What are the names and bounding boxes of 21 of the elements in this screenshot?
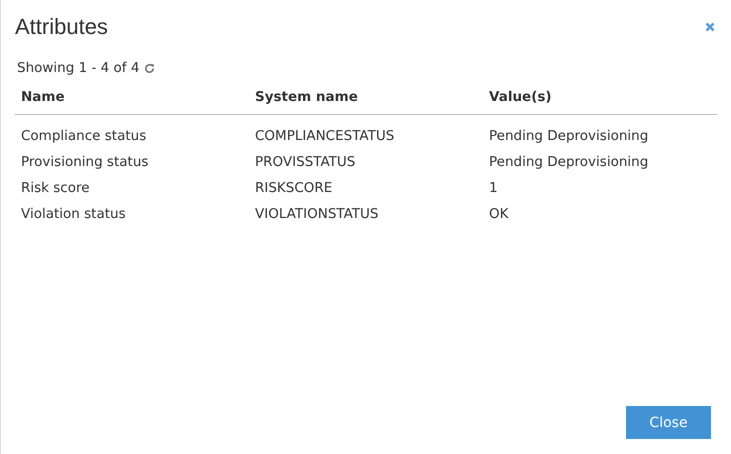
- table-cell-text: Pending Deprovisioning: [488, 153, 650, 172]
- table-cell-text: PROVISSTATUS: [254, 153, 356, 172]
- close-dialog-button[interactable]: Close: [626, 406, 711, 439]
- table-cell-text: Provisioning status: [20, 153, 150, 172]
- table-cell-text: 1: [488, 179, 499, 198]
- table-cell-text: Risk score: [20, 179, 91, 198]
- close-button[interactable]: [703, 20, 717, 34]
- table-cell-text: RISKSCORE: [254, 179, 334, 198]
- table-cell: Compliance status: [15, 114, 249, 149]
- column-header: System name: [249, 84, 483, 114]
- table-cell-text: Violation status: [20, 205, 127, 224]
- close-icon: [705, 22, 715, 32]
- table-cell: Pending Deprovisioning: [483, 114, 717, 149]
- column-header: Value(s): [483, 84, 717, 114]
- refresh-icon[interactable]: [144, 62, 156, 74]
- record-count: Showing 1 - 4 of 4: [17, 60, 140, 76]
- table-cell: COMPLIANCESTATUS: [249, 114, 483, 149]
- table-cell-text: VIOLATIONSTATUS: [254, 205, 380, 224]
- table-cell-text: OK: [488, 205, 510, 224]
- column-header: Name: [15, 84, 249, 114]
- dialog-title: Attributes: [15, 14, 108, 40]
